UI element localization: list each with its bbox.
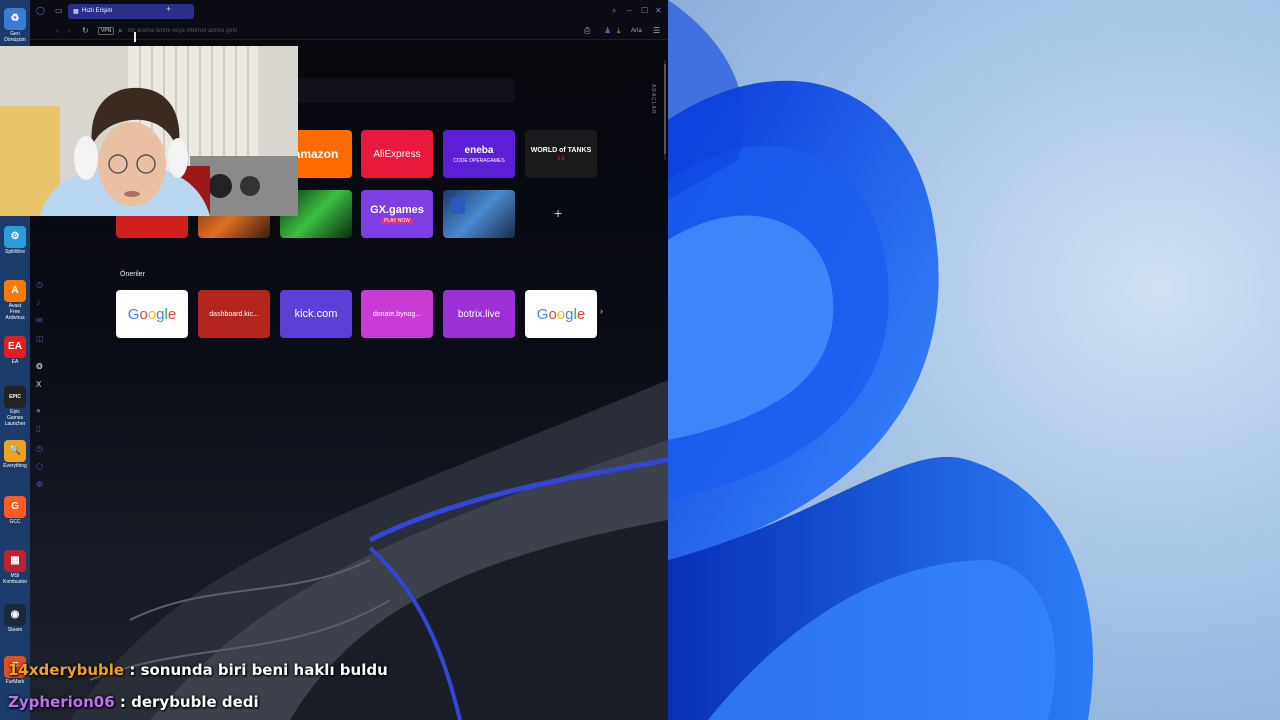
desktop-icon[interactable]: ▦ MSI Kombustor — [3, 550, 27, 585]
maximize-icon[interactable]: ☐ — [641, 6, 648, 15]
x-twitter-icon[interactable]: X — [36, 380, 41, 389]
desktop-icon-label: GCC — [9, 519, 21, 525]
shield-icon — [451, 198, 465, 214]
chat-message-2: Zypherion06 : derybuble dedi — [8, 693, 259, 711]
snapshot-icon[interactable]: ⎙ — [584, 26, 590, 35]
chatgpt-icon[interactable]: ❂ — [36, 362, 43, 371]
desktop-icon-label: MSI Kombustor — [3, 573, 28, 585]
desktop-icon-label: EA — [11, 359, 19, 365]
tools-label[interactable]: ARAÇLAR — [650, 84, 656, 115]
speed-dial-warships-tile[interactable] — [443, 190, 515, 238]
streamer-webcam-image — [0, 46, 298, 216]
text-cursor — [134, 32, 136, 42]
back-icon[interactable]: ‹ — [56, 26, 59, 35]
desktop-icon-label: SplitWire — [4, 249, 25, 255]
speed-dial-eneba[interactable]: eneba CODE OPERAGAMES — [443, 130, 515, 178]
msi-icon: ▦ — [4, 550, 26, 572]
desktop-wallpaper — [668, 0, 1280, 720]
steam-icon: ◉ — [4, 604, 26, 626]
desktop-icon-label: FurMark — [5, 679, 25, 685]
gcc-icon: G — [4, 496, 26, 518]
speed-dial-gx-games[interactable]: GX.games PLAY NOW — [361, 190, 433, 238]
title-bar: ◯ ▭ ▦ Hızlı Erişim + ⌕ – ☐ ✕ — [30, 0, 668, 22]
player-icon[interactable]: ♪ — [36, 298, 40, 307]
aria-ai-button[interactable]: Aria — [631, 27, 642, 36]
reload-icon[interactable]: ↻ — [82, 26, 89, 35]
discord-icon[interactable]: ● — [36, 406, 41, 415]
download-icon[interactable]: ⤓ — [617, 26, 621, 35]
suggestion-botrix[interactable]: botrix.live — [443, 290, 515, 338]
windows-bloom-graphic — [668, 0, 1093, 720]
tab-title: Hızlı Erişim — [82, 8, 113, 14]
desktop-icon-label: Geri Dönüşüm — [4, 31, 26, 43]
search-icon: ⌕ — [118, 26, 123, 35]
suggestion-kick[interactable]: kick.com — [280, 290, 352, 338]
chat-username: Zypherion06 — [8, 693, 115, 711]
epic-games-icon: EPIC — [4, 386, 26, 408]
clock-icon[interactable]: ◷ — [36, 444, 43, 453]
minimize-icon[interactable]: – — [627, 6, 631, 15]
suggestion-donate-bynogame[interactable]: donate.bynog... — [361, 290, 433, 338]
bookmarks-icon[interactable]: ▯ — [36, 424, 40, 433]
new-tab-button[interactable]: + — [166, 5, 171, 14]
forward-icon[interactable]: › — [68, 26, 71, 35]
cube-icon[interactable]: ⬡ — [36, 462, 43, 471]
wallet-icon[interactable]: ♟ — [604, 26, 611, 35]
desktop-icon[interactable]: EA EA — [3, 336, 27, 365]
chat-text: derybuble dedi — [131, 693, 259, 711]
desktop-icon-label: Avast Free Antivirus — [5, 303, 25, 321]
messenger-icon[interactable]: ✉ — [36, 316, 43, 325]
desktop-icon[interactable]: ♻ Geri Dönüşüm — [3, 8, 27, 43]
desktop-icon-label: Epic Games Launcher — [4, 409, 26, 427]
tab-speed-dial[interactable]: ▦ Hızlı Erişim — [68, 4, 194, 19]
add-speed-dial-button[interactable]: + — [554, 206, 562, 220]
search-tabs-icon[interactable]: ⌕ — [612, 6, 616, 15]
recycle-bin-icon: ♻ — [4, 8, 26, 30]
chat-text: sonunda biri beni haklı buldu — [140, 661, 388, 679]
address-bar: ‹ › ↻ VPN ⌕ ⎙ ♟ ⤓ Aria ☰ — [30, 22, 668, 40]
desktop-icon[interactable]: A Avast Free Antivirus — [3, 280, 27, 321]
chat-message-1: 14xderybuble : sonunda biri beni haklı b… — [8, 661, 388, 679]
chat-username: 14xderybuble — [8, 661, 125, 679]
desktop-icon[interactable]: ◉ Steam — [3, 604, 27, 633]
scrollbar-thumb[interactable] — [664, 64, 666, 154]
desktop-icon-label: Everything — [3, 463, 27, 469]
suggestion-google[interactable]: Google — [116, 290, 188, 338]
desktop-icon[interactable]: G GCC — [3, 496, 27, 525]
suggestion-dashboard-kick[interactable]: dashboard.kic... — [198, 290, 270, 338]
vpn-badge[interactable]: VPN — [98, 27, 115, 35]
desktop-icon[interactable]: EPIC Epic Games Launcher — [3, 386, 27, 427]
avast-icon: A — [4, 280, 26, 302]
suggestion-google-2[interactable]: Google — [525, 290, 597, 338]
speed-dial-aliexpress[interactable]: AliExpress — [361, 130, 433, 178]
history-icon[interactable]: ◷ — [36, 280, 43, 289]
address-input[interactable] — [128, 25, 568, 37]
everything-icon: 🔍 — [4, 440, 26, 462]
ea-icon: EA — [4, 336, 26, 358]
desktop-icon[interactable]: 🔍 Everything — [3, 440, 27, 469]
tab-manager-icon[interactable]: ▭ — [55, 6, 63, 15]
chevron-right-icon[interactable]: › — [600, 306, 603, 316]
opera-gx-logo-icon[interactable]: ◯ — [36, 6, 45, 15]
twitch-icon[interactable]: ◫ — [36, 334, 44, 343]
suggestions-heading: Öneriler — [120, 271, 145, 278]
desktop-icon-label: Steam — [7, 627, 23, 633]
webcam-overlay — [0, 46, 298, 216]
menu-icon[interactable]: ☰ — [653, 26, 660, 35]
close-icon[interactable]: ✕ — [655, 6, 662, 15]
splitwire-icon: ⚙ — [4, 226, 26, 248]
desktop-icon[interactable]: ⚙ SplitWire — [3, 226, 27, 255]
grid-icon: ▦ — [73, 9, 79, 15]
settings-gear-icon[interactable]: ⚙ — [36, 480, 43, 489]
speed-dial-world-of-tanks[interactable]: WORLD of TANKS 2.0 — [525, 130, 597, 178]
